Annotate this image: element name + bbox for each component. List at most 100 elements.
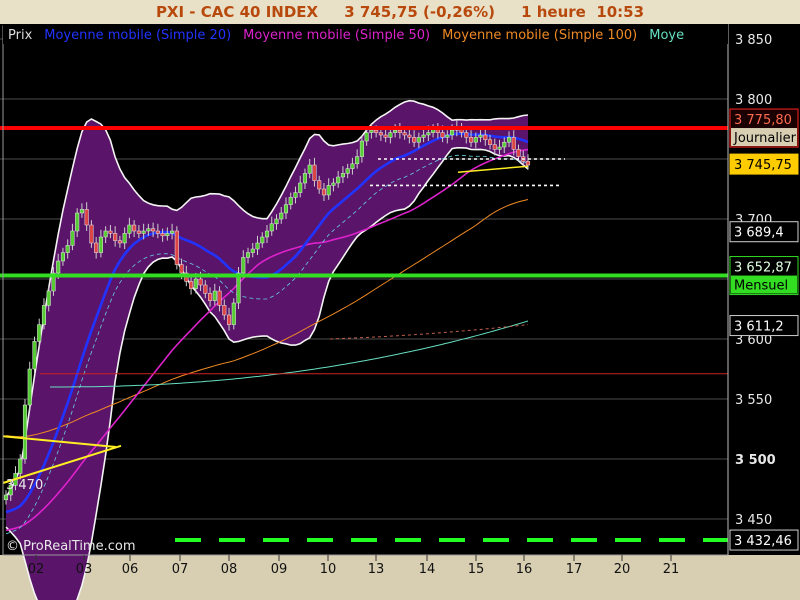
candle-body	[113, 233, 118, 241]
candle-body	[388, 132, 393, 138]
candle-body	[274, 218, 279, 225]
legend-item: Moyenne mobile (Simple 50)	[243, 28, 430, 43]
candle-body	[445, 134, 450, 138]
candle-body	[117, 240, 122, 244]
x-tick-label: 20	[614, 562, 631, 577]
candle-body	[226, 314, 232, 325]
candle-body	[487, 139, 493, 145]
price-badge-value: 3 652,87	[734, 261, 792, 276]
low-price-label: 3 470	[6, 478, 43, 493]
candle-body	[60, 252, 65, 262]
candle-body	[326, 185, 331, 196]
candle-body	[345, 168, 350, 174]
candle-body	[393, 129, 398, 133]
candle-body	[79, 209, 84, 214]
candle-body	[302, 173, 308, 184]
candle-body	[279, 212, 284, 220]
candle-body	[264, 230, 270, 238]
candle-body	[321, 188, 326, 196]
title-bar: PXI - CAC 40 INDEX 3 745,75 (-0,26%) 1 h…	[0, 0, 800, 25]
candle-body	[293, 192, 298, 198]
candle-body	[3, 494, 9, 501]
x-tick-label: 15	[468, 562, 485, 577]
price-badge-value: 3 432,46	[734, 534, 792, 549]
candle-body	[165, 233, 170, 237]
price-badge-value: 3 689,4	[734, 226, 784, 241]
candle-body	[94, 242, 99, 253]
x-tick-label: 07	[172, 562, 189, 577]
candle-body	[179, 264, 184, 274]
candle-body	[98, 236, 103, 253]
candle-body	[245, 252, 251, 258]
x-tick-label: 08	[221, 562, 238, 577]
price-badge-value: 3 745,75	[734, 158, 792, 173]
candle-body	[132, 224, 137, 232]
x-tick-label: 14	[419, 562, 436, 577]
chart-area[interactable]: 3 850 3 800 3 700 3 600 3 550 3 500 3 450 3 775…	[0, 24, 800, 600]
candle-body	[383, 134, 388, 138]
candle-body	[317, 180, 322, 190]
candle-body	[355, 156, 360, 165]
candle-body	[155, 230, 160, 234]
candle-body	[450, 129, 455, 136]
candle-body	[426, 132, 431, 136]
price-badge-value: 3 611,2	[734, 320, 784, 335]
title-time: 10:53	[596, 3, 645, 21]
x-tick-label: 09	[271, 562, 288, 577]
candle-body	[146, 228, 151, 232]
candle-body	[269, 223, 274, 232]
candle-body	[208, 293, 213, 301]
candle-body	[65, 245, 70, 253]
price-chart[interactable]: 3 8503 8003 7003 6003 5503 5003 4503 775…	[0, 24, 800, 600]
candle-body	[483, 134, 488, 141]
legend-item: Moyenne mobile (Simple 20)	[44, 28, 231, 43]
candle-body	[525, 161, 531, 166]
x-tick-label: 06	[122, 562, 139, 577]
candle-body	[364, 132, 369, 142]
candle-body	[378, 132, 383, 136]
candle-body	[260, 236, 265, 244]
candle-body	[350, 163, 355, 169]
candle-body	[307, 164, 312, 174]
candle-body	[212, 290, 217, 301]
candle-body	[397, 129, 402, 133]
candle-body	[56, 260, 61, 274]
candle-body	[416, 137, 421, 143]
candle-body	[198, 278, 203, 286]
candle-body	[516, 149, 521, 157]
candle-body	[46, 290, 51, 306]
y-tick-label: 3 800	[735, 93, 772, 108]
price-badge-sub: Mensuel	[734, 279, 788, 294]
candle-body	[160, 233, 165, 237]
candle-body	[336, 176, 341, 184]
candle-body	[340, 173, 345, 178]
candle-body	[27, 368, 32, 406]
x-tick-label: 21	[663, 562, 680, 577]
candle-body	[84, 209, 89, 226]
x-tick-label: 17	[566, 562, 583, 577]
watermark: © ProRealTime.com	[6, 539, 136, 554]
candle-body	[141, 230, 146, 234]
candle-body	[288, 197, 293, 205]
candle-body	[402, 132, 407, 136]
candle-body	[170, 230, 175, 234]
candle-body	[231, 302, 236, 325]
candle-body	[412, 137, 417, 143]
candle-body	[440, 132, 445, 138]
x-axis-strip	[0, 555, 800, 600]
candle-body	[473, 137, 478, 143]
title-symbol: PXI - CAC 40 INDEX	[155, 3, 319, 21]
candle-body	[89, 224, 94, 244]
candle-body	[151, 228, 156, 232]
x-tick-label: 10	[320, 562, 337, 577]
candle-body	[41, 305, 47, 325]
candle-body	[241, 257, 246, 274]
price-badge-value: 3 775,80	[734, 113, 792, 128]
candle-body	[369, 129, 374, 133]
candle-body	[193, 278, 198, 289]
candle-body	[18, 458, 23, 474]
candle-body	[255, 242, 260, 250]
candle-body	[407, 134, 412, 138]
candle-body	[298, 182, 303, 193]
candle-body	[127, 224, 132, 234]
